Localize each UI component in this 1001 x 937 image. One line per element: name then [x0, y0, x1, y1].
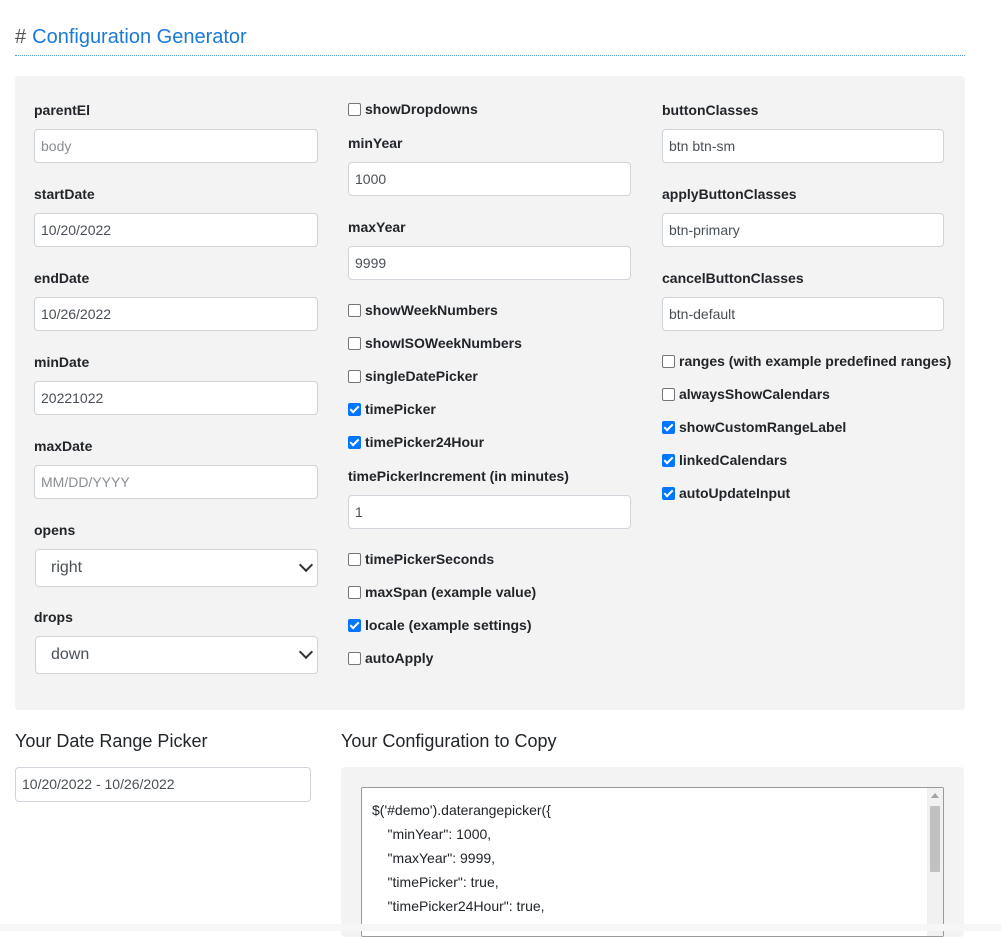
singleDatePicker-label: singleDatePicker [365, 368, 478, 384]
maxSpan-label: maxSpan (example value) [365, 584, 537, 600]
linkedCalendars-label: linkedCalendars [679, 452, 788, 468]
opens-select[interactable]: right [35, 549, 318, 587]
cancelButtonClasses-input[interactable]: btn-default [662, 297, 944, 331]
timePicker-box[interactable] [348, 402, 361, 416]
singleDatePicker-box[interactable] [348, 369, 361, 383]
locale-label: locale (example settings) [365, 617, 532, 633]
linkedCalendars-box[interactable] [662, 453, 675, 467]
timePickerIncrement-label: timePickerIncrement (in minutes) [348, 468, 569, 484]
minDate-input[interactable]: 20221022 [34, 381, 318, 415]
locale-checkbox[interactable]: locale (example settings) [348, 617, 532, 633]
showCustomRangeLabel-box[interactable] [662, 420, 675, 434]
maxDate-label: maxDate [34, 438, 93, 454]
maxDate-input[interactable]: MM/DD/YYYY [34, 465, 318, 499]
date-range-picker-heading: Your Date Range Picker [15, 731, 208, 751]
showWeekNumbers-checkbox[interactable]: showWeekNumbers [348, 302, 498, 318]
code-line: "minYear": 1000, [372, 826, 492, 842]
maxSpan-checkbox[interactable]: maxSpan (example value) [348, 584, 536, 600]
showDropdowns-label: showDropdowns [365, 101, 478, 117]
timePicker-label: timePicker [365, 401, 436, 417]
endDate-label: endDate [34, 270, 90, 286]
showISOWeekNumbers-checkbox[interactable]: showISOWeekNumbers [348, 335, 522, 351]
parentEl-label: parentEl [34, 102, 91, 118]
ranges-label: ranges (with example predefined ranges) [679, 353, 952, 369]
timePickerSeconds-checkbox[interactable]: timePickerSeconds [348, 551, 494, 567]
locale-box[interactable] [348, 618, 361, 632]
timePickerSeconds-box[interactable] [348, 552, 361, 566]
showDropdowns-checkbox[interactable]: showDropdowns [348, 101, 478, 117]
drops-select-value: down [51, 646, 90, 663]
title-text: Configuration Generator [32, 26, 247, 48]
showCustomRangeLabel-checkbox[interactable]: showCustomRangeLabel [662, 419, 846, 435]
buttonClasses-input[interactable]: btn btn-sm [662, 129, 944, 163]
autoApply-checkbox[interactable]: autoApply [348, 650, 433, 666]
maxYear-input[interactable]: 9999 [348, 246, 631, 280]
configuration-textarea[interactable]: $('#demo').daterangepicker({ "minYear": … [361, 787, 944, 937]
textarea-scrollbar[interactable] [927, 788, 943, 936]
autoUpdateInput-box[interactable] [662, 486, 675, 500]
timePicker24Hour-label: timePicker24Hour [365, 434, 485, 450]
parentEl-input[interactable]: body [34, 129, 318, 163]
startDate-label: startDate [34, 186, 95, 202]
timePickerSeconds-label: timePickerSeconds [365, 551, 495, 567]
timePicker-checkbox[interactable]: timePicker [348, 401, 436, 417]
showISOWeekNumbers-box[interactable] [348, 336, 361, 350]
chevron-down-icon [298, 557, 314, 573]
showISOWeekNumbers-label: showISOWeekNumbers [365, 335, 522, 351]
alwaysShowCalendars-label: alwaysShowCalendars [679, 386, 830, 402]
linkedCalendars-checkbox[interactable]: linkedCalendars [662, 452, 787, 468]
page-title: # Configuration Generator [15, 26, 247, 49]
minDate-label: minDate [34, 354, 90, 370]
date-range-picker-input[interactable]: 10/20/2022 - 10/26/2022 [15, 767, 311, 802]
showWeekNumbers-label: showWeekNumbers [365, 302, 498, 318]
applyButtonClasses-input[interactable]: btn-primary [662, 213, 944, 247]
code-line: "timePicker": true, [372, 874, 499, 890]
applyButtonClasses-label: applyButtonClasses [662, 186, 797, 202]
showDropdowns-box[interactable] [348, 102, 361, 116]
showWeekNumbers-box[interactable] [348, 303, 361, 317]
configuration-heading: Your Configuration to Copy [341, 731, 557, 751]
autoUpdateInput-label: autoUpdateInput [679, 485, 791, 501]
maxYear-label: maxYear [348, 219, 406, 235]
code-line: $('#demo').daterangepicker({ [372, 802, 551, 818]
timePicker24Hour-checkbox[interactable]: timePicker24Hour [348, 434, 484, 450]
autoApply-label: autoApply [365, 650, 434, 666]
autoApply-box[interactable] [348, 651, 361, 665]
drops-label: drops [34, 609, 73, 625]
cancelButtonClasses-label: cancelButtonClasses [662, 270, 804, 286]
opens-select-value: right [51, 559, 83, 576]
showCustomRangeLabel-label: showCustomRangeLabel [679, 419, 847, 435]
autoUpdateInput-checkbox[interactable]: autoUpdateInput [662, 485, 790, 501]
startDate-input[interactable]: 10/20/2022 [34, 213, 318, 247]
timePicker24Hour-box[interactable] [348, 435, 361, 449]
endDate-input[interactable]: 10/26/2022 [34, 297, 318, 331]
title-divider [15, 55, 965, 56]
timePickerIncrement-input[interactable]: 1 [348, 495, 631, 529]
minYear-input[interactable]: 1000 [348, 162, 631, 196]
alwaysShowCalendars-box[interactable] [662, 387, 675, 401]
code-line: "maxYear": 9999, [372, 850, 496, 866]
chevron-down-icon [298, 644, 314, 660]
minYear-label: minYear [348, 135, 403, 151]
ranges-checkbox[interactable]: ranges (with example predefined ranges) [662, 353, 951, 369]
scrollbar-thumb[interactable] [930, 806, 940, 872]
title-hash: # [15, 26, 27, 48]
drops-select[interactable]: down [35, 636, 318, 674]
scroll-up-arrow-icon[interactable] [931, 793, 939, 798]
page-bottom-edge [0, 924, 1001, 931]
singleDatePicker-checkbox[interactable]: singleDatePicker [348, 368, 478, 384]
maxSpan-box[interactable] [348, 585, 361, 599]
buttonClasses-label: buttonClasses [662, 102, 759, 118]
opens-label: opens [34, 522, 76, 538]
ranges-box[interactable] [662, 354, 675, 368]
alwaysShowCalendars-checkbox[interactable]: alwaysShowCalendars [662, 386, 830, 402]
code-line: "timePicker24Hour": true, [372, 898, 545, 914]
